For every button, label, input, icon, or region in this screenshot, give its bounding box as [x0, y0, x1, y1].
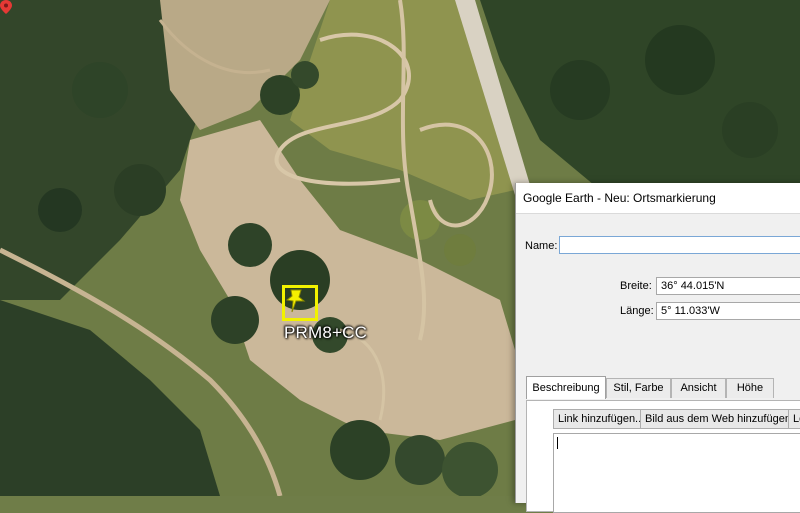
add-web-image-button[interactable]: Bild aus dem Web hinzufügen...: [640, 409, 800, 429]
tab-beschreibung[interactable]: Beschreibung: [526, 376, 606, 399]
name-label: Name:: [525, 240, 558, 252]
dialog-title: Google Earth - Neu: Ortsmarkierung: [516, 183, 800, 214]
tab-hoehe[interactable]: Höhe: [726, 378, 774, 398]
latitude-label: Breite:: [620, 280, 652, 292]
longitude-label: Länge:: [620, 305, 654, 317]
description-panel: Link hinzufügen... Bild aus dem Web hinz…: [526, 400, 800, 513]
description-textarea[interactable]: [553, 433, 800, 513]
plus-code-label: PRM8+CC: [284, 323, 368, 342]
text-caret: [557, 437, 558, 449]
new-placemark-dialog: Google Earth - Neu: Ortsmarkierung Name:…: [515, 183, 800, 513]
add-link-button[interactable]: Link hinzufügen...: [553, 409, 650, 429]
location-marker-icon: [0, 0, 12, 14]
pushpin-icon: [285, 289, 306, 313]
tab-stil-farbe[interactable]: Stil, Farbe: [606, 378, 671, 398]
add-local-image-button[interactable]: Lo: [788, 409, 800, 429]
tab-ansicht[interactable]: Ansicht: [671, 378, 726, 398]
longitude-input[interactable]: 5° 11.033'W: [656, 302, 800, 320]
placemark-highlight[interactable]: [282, 285, 318, 321]
name-input[interactable]: [559, 236, 800, 254]
latitude-input[interactable]: 36° 44.015'N: [656, 277, 800, 295]
